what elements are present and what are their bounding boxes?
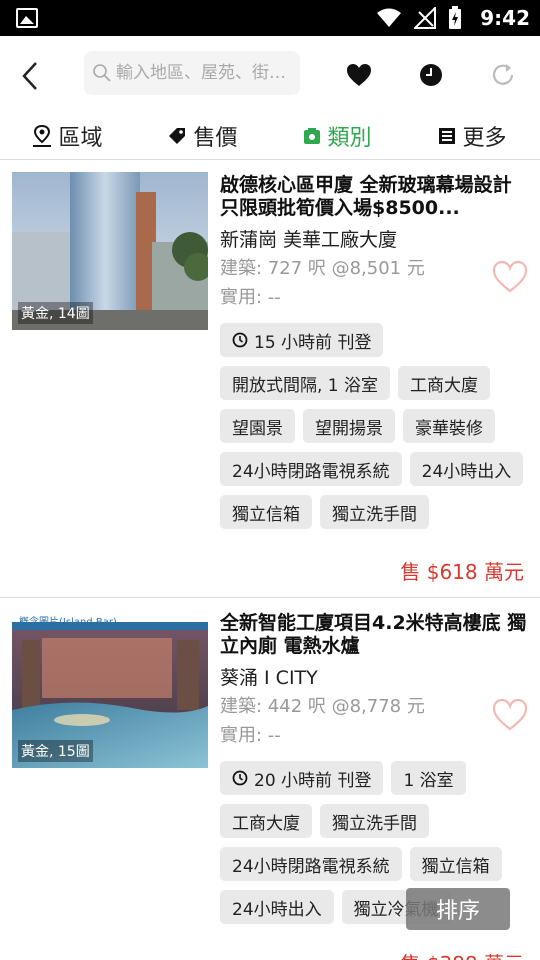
listing-photo[interactable]: 黃金, 14圖 [12, 172, 208, 330]
posted-time-text: 20 小時前 刊登 [254, 770, 372, 791]
list-icon [439, 127, 456, 144]
price-tag-icon [169, 127, 186, 144]
battery-charging-icon [449, 6, 462, 29]
refresh-icon [492, 64, 514, 85]
listing-price: 售 $618 萬元 [400, 560, 524, 584]
listing-price: 售 $388 萬元 [400, 948, 524, 960]
favorite-button[interactable] [492, 260, 528, 294]
search-box[interactable] [84, 51, 300, 95]
listing-card[interactable]: 黃金, 14圖 啟德核心區甲廈 全新玻璃幕場設計 只限頭批筍價入場$8500..… [0, 160, 540, 598]
photo-count-label: 黃金, 15圖 [18, 740, 93, 762]
status-bar: 9:42 [0, 0, 540, 36]
listing-info: 啟德核心區甲廈 全新玻璃幕場設計 只限頭批筍價入場$8500... 新蒲崗 美華… [220, 174, 530, 310]
favorite-button[interactable] [492, 698, 528, 732]
top-toolbar [0, 36, 540, 112]
search-icon [93, 64, 111, 82]
listing-usable-area: 實用: -- [220, 287, 281, 308]
listing-info: 全新智能工廈項目4.2米特高樓底 獨立內廁 電熱水爐 葵涌 I CITY 建築:… [220, 612, 530, 748]
listing-location: 新蒲崗 美華工廠大廈 [220, 229, 398, 251]
filter-category-label: 類別 [327, 125, 372, 151]
photo-count-label: 黃金, 14圖 [18, 302, 93, 324]
posted-time-text: 15 小時前 刊登 [254, 332, 372, 353]
filter-more-label: 更多 [462, 125, 507, 151]
filter-bar: 區域 售價 類別 更多 [0, 112, 540, 160]
listing-gross-area: 建築: 442 呎 @8,778 元 [220, 696, 425, 717]
filter-price[interactable]: 售價 [135, 112, 270, 159]
heart-filled-icon [347, 64, 371, 86]
feature-tag: 24小時閉路電視系統 [220, 452, 402, 486]
clock-icon [232, 332, 248, 348]
posted-time-tag: 15 小時前 刊登 [220, 323, 384, 357]
feature-tag: 開放式間隔, 1 浴室 [220, 366, 391, 400]
gallery-notification-icon [16, 8, 38, 28]
listing-gross-area: 建築: 727 呎 @8,501 元 [220, 258, 425, 279]
feature-tag: 獨立洗手間 [320, 495, 429, 529]
feature-tag: 獨立洗手間 [320, 804, 429, 838]
refresh-button[interactable] [486, 58, 520, 92]
no-signal-icon [414, 7, 437, 29]
map-pin-icon [33, 124, 52, 147]
listing-location: 葵涌 I CITY [220, 667, 318, 689]
clock-icon [420, 64, 442, 86]
feature-tag: 獨立信箱 [220, 495, 312, 529]
photo-caption: 概念圖片(Island Bar) [19, 617, 117, 628]
feature-tag: 望園景 [220, 409, 295, 443]
category-icon [304, 127, 321, 144]
feature-tag: 獨立信箱 [409, 847, 502, 881]
wifi-icon [377, 8, 402, 27]
feature-tag: 24小時出入 [220, 890, 334, 924]
search-input[interactable] [116, 63, 294, 83]
listing-title[interactable]: 啟德核心區甲廈 全新玻璃幕場設計 只限頭批筍價入場$8500... [220, 174, 530, 220]
filter-price-label: 售價 [193, 125, 238, 151]
feature-tag: 工商大廈 [398, 366, 491, 400]
listing-title[interactable]: 全新智能工廈項目4.2米特高樓底 獨立內廁 電熱水爐 [220, 612, 530, 658]
filter-more[interactable]: 更多 [405, 112, 540, 159]
heart-outline-icon [492, 698, 528, 731]
feature-tag: 工商大廈 [220, 804, 312, 838]
status-time: 9:42 [480, 6, 530, 30]
filter-category[interactable]: 類別 [270, 112, 405, 159]
feature-tag: 1 浴室 [391, 761, 466, 795]
posted-time-tag: 20 小時前 刊登 [220, 761, 384, 795]
feature-tag: 24小時閉路電視系統 [220, 847, 402, 881]
sort-button[interactable]: 排序 [406, 888, 510, 930]
heart-outline-icon [492, 260, 528, 293]
status-icons: 9:42 [376, 6, 530, 30]
favorites-button[interactable] [342, 58, 376, 92]
feature-tag: 豪華裝修 [403, 409, 495, 443]
filter-district-label: 區域 [58, 125, 103, 151]
filter-district[interactable]: 區域 [0, 112, 135, 159]
listing-photo[interactable]: 概念圖片(Island Bar) 黃金, 15圖 [12, 610, 208, 768]
clock-icon [232, 770, 248, 786]
feature-tag: 24小時出入 [409, 452, 524, 486]
tag-list: 15 小時前 刊登 開放式間隔, 1 浴室 工商大廈 望園景 望開揚景 豪華裝修… [220, 323, 535, 529]
listing-usable-area: 實用: -- [220, 725, 281, 746]
feature-tag: 望開揚景 [303, 409, 395, 443]
history-button[interactable] [414, 58, 448, 92]
back-arrow-icon [22, 62, 37, 90]
back-button[interactable] [10, 56, 50, 96]
